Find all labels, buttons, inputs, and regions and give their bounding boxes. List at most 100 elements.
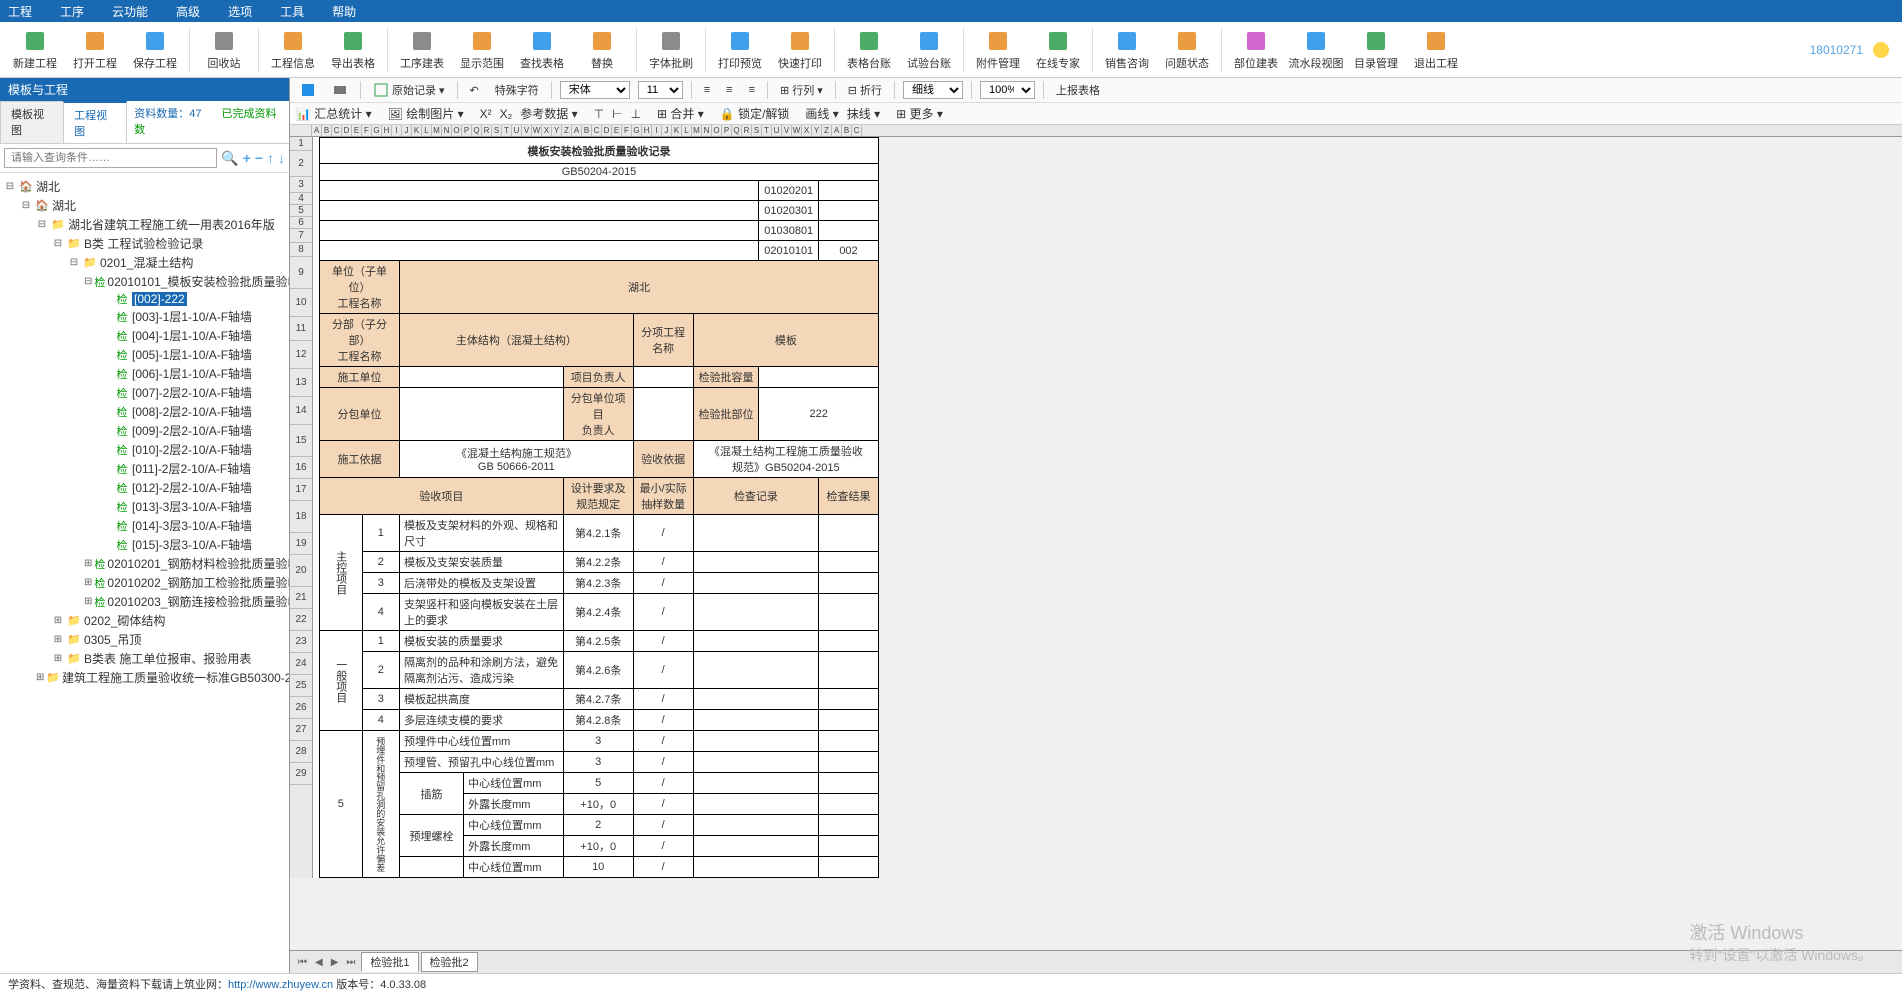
tree-node[interactable]: ⊞📁0202_砌体结构 [2, 611, 287, 630]
tree-node[interactable]: ⊟📁0201_混凝土结构 [2, 253, 287, 272]
toolbar-在线专家[interactable]: 在线专家 [1028, 23, 1088, 77]
toolbar-目录管理[interactable]: 目录管理 [1346, 23, 1406, 77]
erase-button[interactable]: 抹线 ▾ [847, 105, 880, 122]
undo-icon[interactable]: ↶ [466, 82, 483, 99]
tree-node[interactable]: ⊞📁建筑工程施工质量验收统一标准GB50300-2013 [2, 668, 287, 687]
tree-item[interactable]: 检[015]-3层3-10/A-F轴墙 [2, 535, 287, 554]
toolbar-保存工程[interactable]: 保存工程 [125, 23, 185, 77]
tree-item[interactable]: 检[007]-2层2-10/A-F轴墙 [2, 383, 287, 402]
tree-item[interactable]: 检[014]-3层3-10/A-F轴墙 [2, 516, 287, 535]
lock-button[interactable]: 🔒 锁定/解锁 [720, 105, 790, 122]
footer-link[interactable]: http://www.zhuyew.cn [228, 979, 333, 991]
menu-project[interactable]: 工程 [8, 3, 32, 20]
toolbar-流水段视图[interactable]: 流水段视图 [1286, 23, 1346, 77]
toolbar-打开工程[interactable]: 打开工程 [65, 23, 125, 77]
menu-cloud[interactable]: 云功能 [112, 3, 148, 20]
tab-prev-icon[interactable]: ◀ [311, 957, 327, 968]
line-select[interactable]: 细线 [903, 81, 963, 99]
valign-icon[interactable]: ⊤ [594, 107, 604, 121]
menu-process[interactable]: 工序 [60, 3, 84, 20]
tree-item[interactable]: 检[009]-2层2-10/A-F轴墙 [2, 421, 287, 440]
down-icon[interactable]: ↓ [278, 150, 285, 166]
font-select[interactable]: 宋体 [560, 81, 630, 99]
tree-node[interactable]: ⊟🏠湖北 [2, 196, 287, 215]
toolbar-试验台账[interactable]: 试验台账 [899, 23, 959, 77]
toolbar-退出工程[interactable]: 退出工程 [1406, 23, 1466, 77]
tree-item[interactable]: 检[012]-2层2-10/A-F轴墙 [2, 478, 287, 497]
tree-node[interactable]: ⊟📁B类 工程试验检验记录 [2, 234, 287, 253]
ref-button[interactable]: 参考数据 ▾ [520, 105, 577, 122]
tree-node[interactable]: ⊞📁0305_吊顶 [2, 630, 287, 649]
sub-icon[interactable]: X₂ [500, 107, 513, 121]
tab-next-icon[interactable]: ▶ [327, 957, 343, 968]
tree-item[interactable]: 检[004]-1层1-10/A-F轴墙 [2, 326, 287, 345]
bulb-icon[interactable] [1873, 42, 1889, 58]
toolbar-查找表格[interactable]: 查找表格 [512, 23, 572, 77]
sheet-area[interactable]: ABCDEFGHIJKLMNOPQRSTUVWXYZABCDEFGHIJKLMN… [290, 125, 1902, 950]
tree-node[interactable]: ⊟📁湖北省建筑工程施工统一用表2016年版 [2, 215, 287, 234]
wrap-button[interactable]: ⊟ 折行 [844, 80, 886, 100]
tree-root[interactable]: ⊟🏠湖北 [2, 177, 287, 196]
tree-item[interactable]: 检[006]-1层1-10/A-F轴墙 [2, 364, 287, 383]
size-select[interactable]: 11 [638, 81, 683, 99]
tree-item[interactable]: 检[010]-2层2-10/A-F轴墙 [2, 440, 287, 459]
sheet-tab[interactable]: 检验批1 [361, 952, 418, 972]
valign-icon[interactable]: ⊥ [631, 107, 641, 121]
toolbar-部位建表[interactable]: 部位建表 [1226, 23, 1286, 77]
more-button[interactable]: ⊞ 更多 ▾ [896, 105, 943, 122]
up-icon[interactable]: ↑ [267, 150, 274, 166]
toolbar-显示范围[interactable]: 显示范围 [452, 23, 512, 77]
report-button[interactable]: 上报表格 [1052, 80, 1104, 100]
orig-record-button[interactable]: 原始记录 ▾ [369, 80, 449, 100]
toolbar-回收站[interactable]: 回收站 [194, 23, 254, 77]
tree-item[interactable]: 检[003]-1层1-10/A-F轴墙 [2, 307, 287, 326]
toolbar-附件管理[interactable]: 附件管理 [968, 23, 1028, 77]
stat-button[interactable]: 📊 汇总统计 ▾ [296, 105, 372, 122]
align-left-icon[interactable]: ≡ [700, 82, 714, 98]
tree-item[interactable]: 检[011]-2层2-10/A-F轴墙 [2, 459, 287, 478]
sup-icon[interactable]: X² [480, 107, 492, 121]
toolbar-字体批刷[interactable]: 字体批刷 [641, 23, 701, 77]
add-icon[interactable]: + [243, 150, 251, 166]
tree-node[interactable]: ⊞检02010202_钢筋加工检验批质量验收记录 [2, 573, 287, 592]
toolbar-新建工程[interactable]: 新建工程 [5, 23, 65, 77]
tab-first-icon[interactable]: ⏮ [294, 957, 311, 968]
menu-advanced[interactable]: 高级 [176, 3, 200, 20]
tree-item[interactable]: 检[008]-2层2-10/A-F轴墙 [2, 402, 287, 421]
toolbar-替换[interactable]: 替换 [572, 23, 632, 77]
toolbar-导出表格[interactable]: 导出表格 [323, 23, 383, 77]
row-col-button[interactable]: ⊞ 行列 ▾ [776, 80, 827, 100]
align-right-icon[interactable]: ≡ [745, 82, 759, 98]
search-input[interactable] [4, 148, 217, 168]
tab-last-icon[interactable]: ⏭ [342, 957, 359, 968]
tree-node[interactable]: ⊞检02010201_钢筋材料检验批质量验收记录 [2, 554, 287, 573]
toolbar-打印预览[interactable]: 打印预览 [710, 23, 770, 77]
tree-node[interactable]: ⊞📁B类表 施工单位报审、报验用表 [2, 649, 287, 668]
tree-item[interactable]: 检[005]-1层1-10/A-F轴墙 [2, 345, 287, 364]
sheet-tab[interactable]: 检验批2 [421, 952, 478, 972]
draw-button[interactable]: 画线 ▾ [805, 105, 838, 122]
toolbar-销售咨询[interactable]: 销售咨询 [1097, 23, 1157, 77]
remove-icon[interactable]: − [255, 150, 263, 166]
tree-item[interactable]: 检[013]-3层3-10/A-F轴墙 [2, 497, 287, 516]
toolbar-快速打印[interactable]: 快速打印 [770, 23, 830, 77]
search-icon[interactable]: 🔍 [221, 150, 238, 167]
tab-template-view[interactable]: 模板视图 [0, 101, 64, 143]
save-icon[interactable] [296, 80, 320, 100]
tab-project-view[interactable]: 工程视图 [63, 101, 127, 143]
merge-button[interactable]: ⊞ 合并 ▾ [657, 105, 704, 122]
print-icon[interactable] [328, 80, 352, 100]
tree-node[interactable]: ⊟检02010101_模板安装检验批质量验收记录 [2, 272, 287, 291]
toolbar-工程信息[interactable]: 工程信息 [263, 23, 323, 77]
align-center-icon[interactable]: ≡ [722, 82, 736, 98]
menu-tools[interactable]: 工具 [280, 3, 304, 20]
toolbar-问题状态[interactable]: 问题状态 [1157, 23, 1217, 77]
tree-node[interactable]: ⊞检02010203_钢筋连接检验批质量验收记录 [2, 592, 287, 611]
special-char-button[interactable]: 特殊字符 [491, 80, 543, 100]
valign-icon[interactable]: ⊢ [612, 107, 622, 121]
toolbar-表格台账[interactable]: 表格台账 [839, 23, 899, 77]
menu-help[interactable]: 帮助 [332, 3, 356, 20]
zoom-select[interactable]: 100% [980, 81, 1035, 99]
menu-options[interactable]: 选项 [228, 3, 252, 20]
img-button[interactable]: 🖼 绘制图片 ▾ [388, 105, 464, 122]
